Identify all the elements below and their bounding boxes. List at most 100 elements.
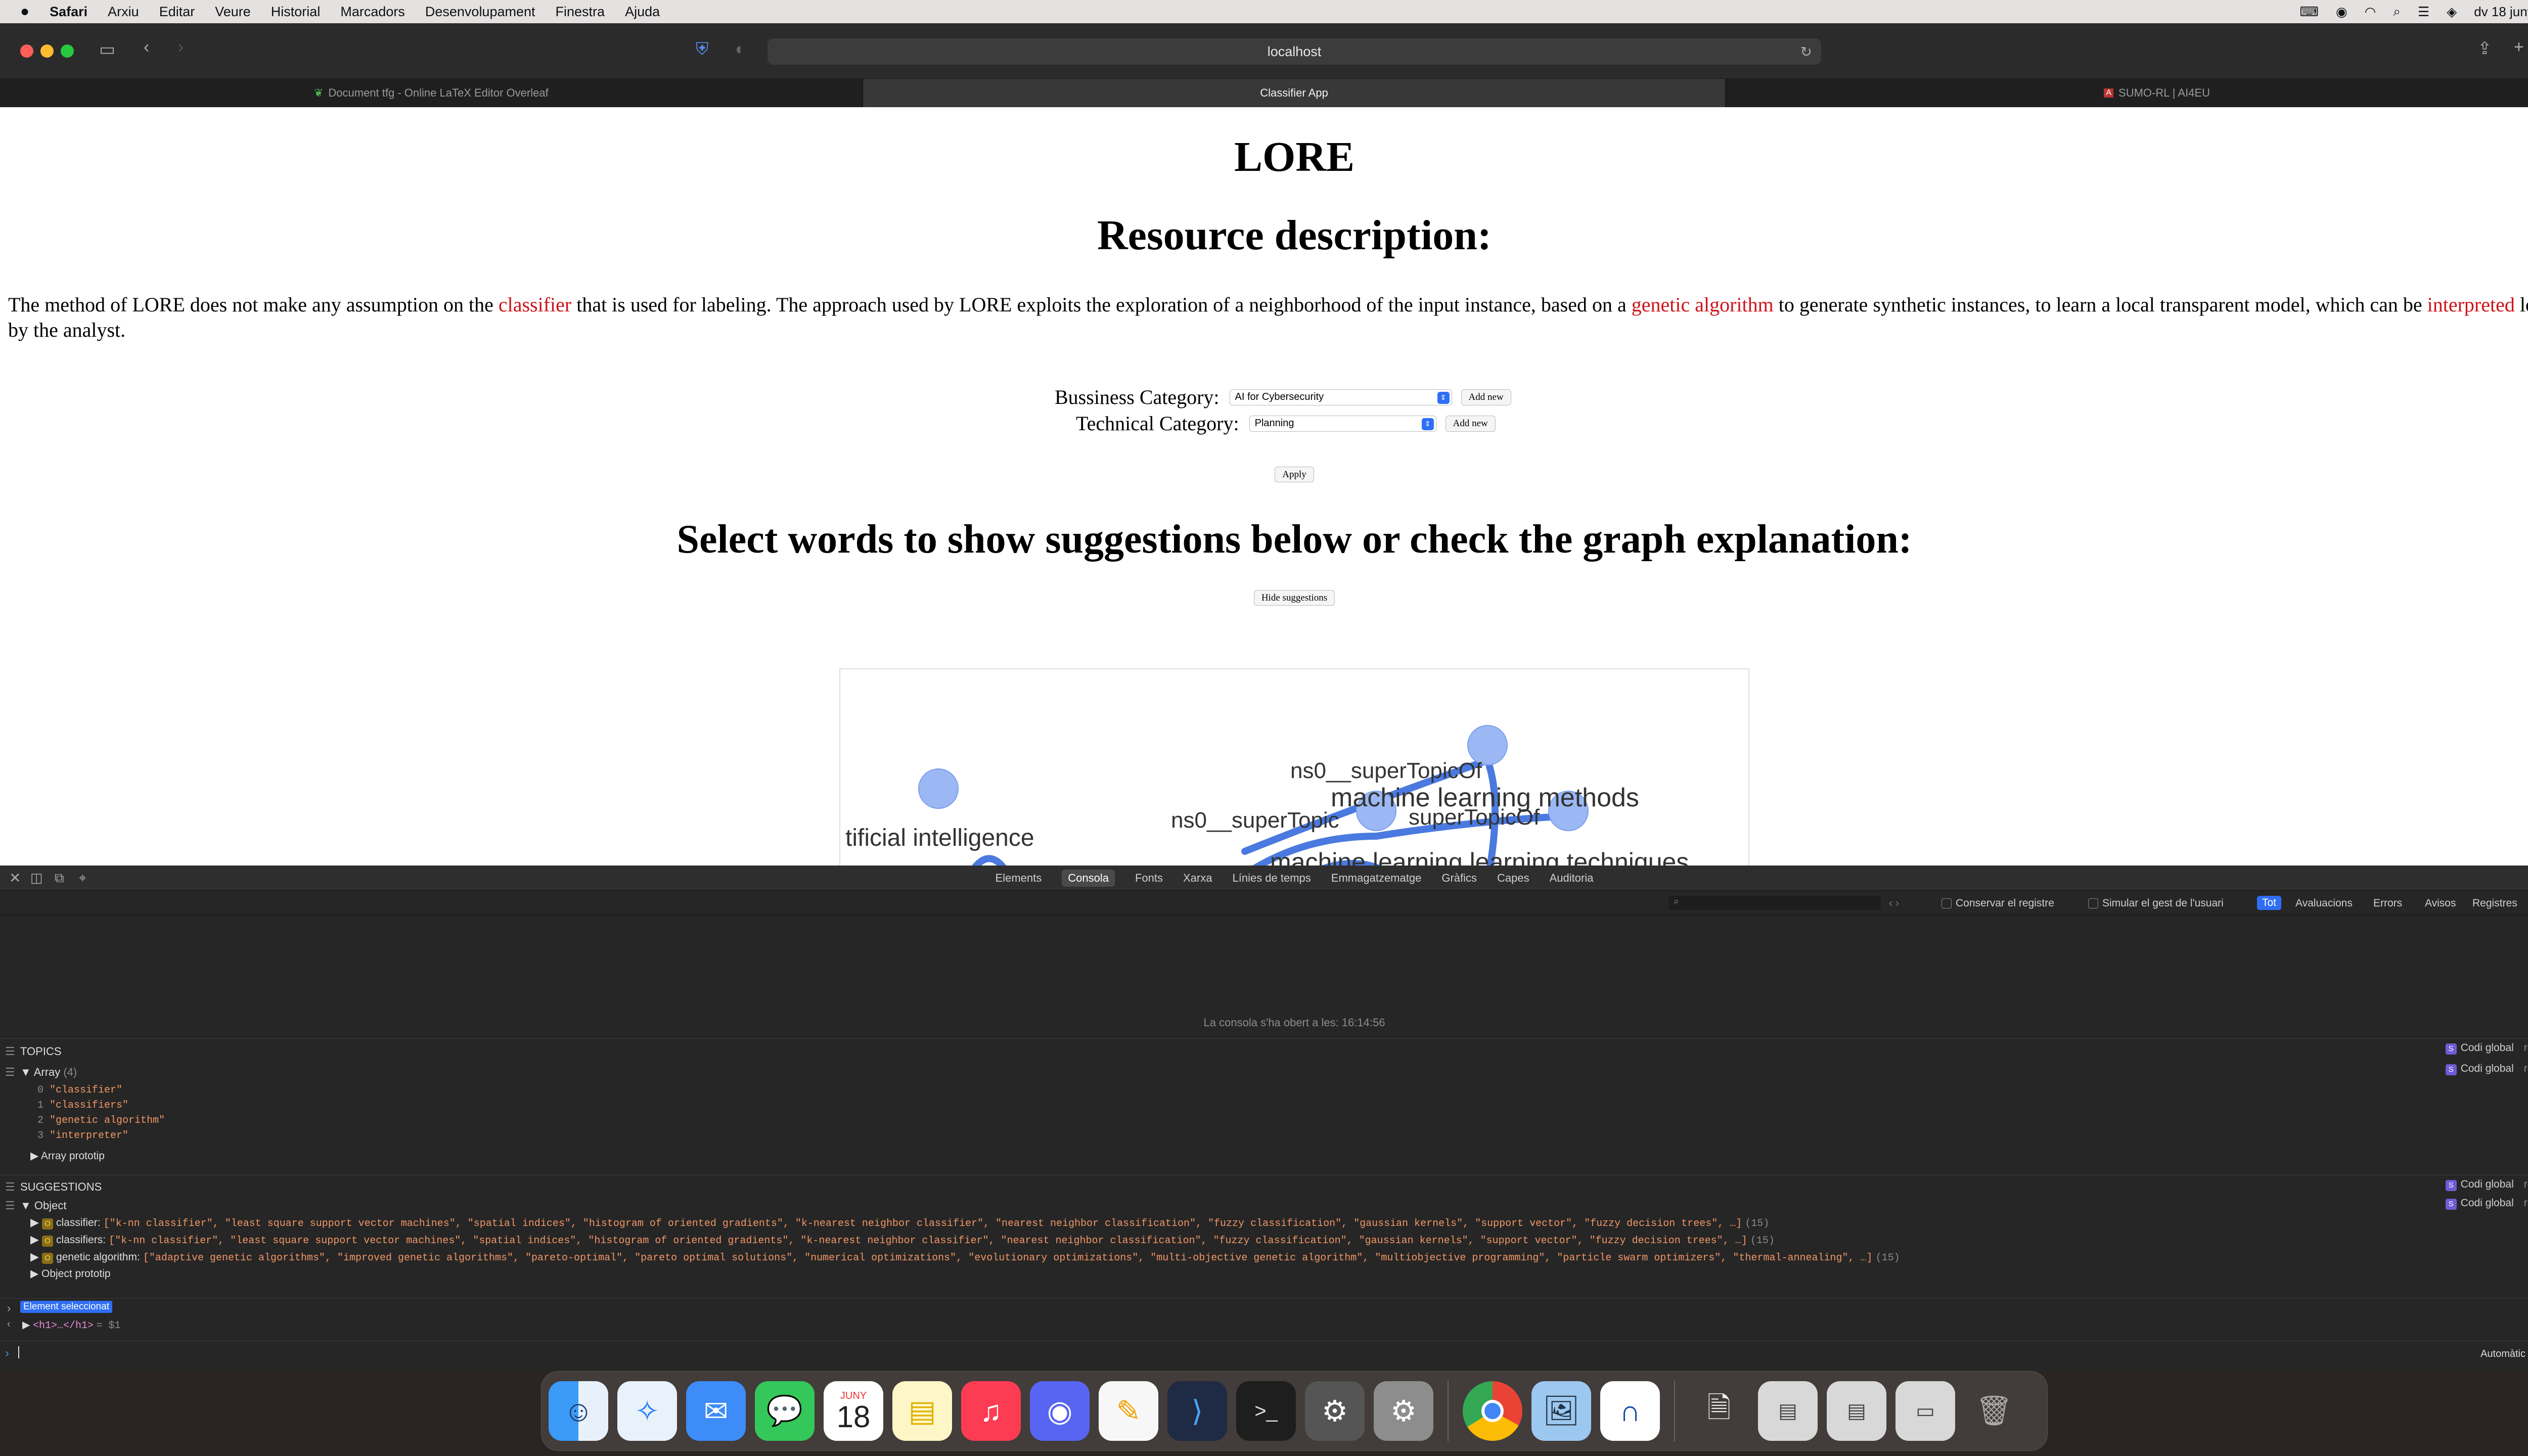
expand-toggle[interactable]: ▶ <h1>…</h1> = $1	[22, 1318, 121, 1332]
address-bar[interactable]: localhost ↻	[768, 38, 1821, 65]
finder-icon[interactable]: ☺	[549, 1381, 608, 1441]
forward-icon[interactable]: ›	[178, 37, 184, 57]
privacy-shield-icon[interactable]: ⛨	[696, 39, 709, 59]
table-row[interactable]: ▶ Oclassifiers: ["k-nn classifier", "lea…	[30, 1232, 1900, 1249]
tab-classifier-app[interactable]: Classifier App	[863, 79, 1726, 107]
preserve-log-checkbox[interactable]: Conservar el registre	[1942, 897, 2054, 909]
inspector-tab-sources[interactable]: Fonts	[1135, 872, 1163, 885]
apply-button[interactable]: Apply	[1275, 467, 1314, 482]
tab-sumo-rl[interactable]: A SUMO-RL | AI4EU	[1726, 79, 2528, 107]
graph-explanation[interactable]: tificial intelligence ns0__superTopicOf …	[839, 668, 1749, 866]
filter-nav-icon[interactable]: ‹ ›	[1889, 897, 1899, 909]
menu-historial[interactable]: Historial	[271, 4, 321, 20]
window-thumbnail-icon[interactable]: ▭	[1895, 1381, 1955, 1441]
array-toggle[interactable]: ▼ Array (4)	[20, 1066, 77, 1079]
highlight-interpreted[interactable]: interpreted	[2427, 293, 2515, 316]
menu-safari[interactable]: Safari	[50, 4, 87, 20]
close-window-button[interactable]	[20, 44, 33, 58]
console-filter-input[interactable]: ⌕	[1668, 896, 1881, 910]
back-icon[interactable]: ‹	[144, 37, 149, 57]
reader-shield-icon[interactable]: ◐	[735, 39, 746, 59]
level-evaluations[interactable]: Avaluacions	[2295, 897, 2353, 909]
reload-icon[interactable]: ↻	[1800, 43, 1812, 60]
siri-icon[interactable]: ◈	[2447, 4, 2457, 20]
log-source[interactable]: SCodi global result:267	[2445, 1197, 2528, 1210]
hide-suggestions-button[interactable]: Hide suggestions	[1253, 590, 1335, 606]
apple-menu-icon[interactable]: ●	[20, 3, 29, 20]
inspector-tab-network[interactable]: Xarxa	[1183, 872, 1212, 885]
inspector-tab-console[interactable]: Consola	[1062, 869, 1115, 887]
safari-icon[interactable]: ✧	[617, 1381, 677, 1441]
inspector-tab-elements[interactable]: Elements	[996, 872, 1042, 885]
window-thumbnail-icon[interactable]: ▤	[1827, 1381, 1886, 1441]
control-center-icon[interactable]: ☰	[2418, 4, 2429, 20]
trash-icon[interactable]: 🗑	[1964, 1381, 2024, 1441]
discord-icon[interactable]: ◉	[1030, 1381, 1090, 1441]
element-picker-icon[interactable]: ⌖	[79, 870, 86, 886]
messages-icon[interactable]: 💬	[755, 1381, 815, 1441]
menu-arxiu[interactable]: Arxiu	[108, 4, 139, 20]
photo-booth-icon[interactable]: ⚙	[1305, 1381, 1365, 1441]
inspector-tab-timelines[interactable]: Línies de temps	[1232, 872, 1311, 885]
screen-record-icon[interactable]: ◉	[2336, 4, 2348, 20]
wifi-icon[interactable]: ◠	[2365, 4, 2376, 20]
music-icon[interactable]: ♫	[961, 1381, 1021, 1441]
new-tab-icon[interactable]: +	[2514, 37, 2524, 57]
level-errors[interactable]: Errors	[2373, 897, 2402, 909]
keyboard-input-icon[interactable]: ⌨	[2299, 4, 2319, 20]
detach-icon[interactable]: ⧉	[55, 870, 64, 886]
console-prompt[interactable]: › Automàtic - result ⇕	[0, 1341, 2528, 1364]
inspector-tab-audit[interactable]: Auditoria	[1550, 872, 1594, 885]
log-source[interactable]: SCodi global result:253	[2445, 1042, 2528, 1055]
minimize-window-button[interactable]	[40, 44, 54, 58]
execution-context-select[interactable]: Automàtic - result ⇕	[2480, 1347, 2528, 1360]
window-thumbnail-icon[interactable]: ▤	[1758, 1381, 1818, 1441]
chrome-icon[interactable]	[1463, 1381, 1522, 1441]
tab-overleaf[interactable]: ❦ Document tfg - Online LaTeX Editor Over…	[0, 79, 863, 107]
zoom-window-button[interactable]	[61, 44, 74, 58]
highlight-classifier[interactable]: classifier	[499, 293, 571, 316]
document-icon[interactable]: 🗎	[1689, 1381, 1749, 1441]
chevron-right-icon[interactable]: ›	[7, 1302, 11, 1315]
share-icon[interactable]: ⇪	[2477, 38, 2492, 59]
vscode-icon[interactable]: ⟩	[1167, 1381, 1227, 1441]
sidebar-toggle-icon[interactable]: ▭	[99, 39, 115, 60]
business-add-new-button[interactable]: Add new	[1461, 389, 1511, 405]
level-warnings[interactable]: Avisos	[2425, 897, 2456, 909]
menu-desenvolupament[interactable]: Desenvolupament	[425, 4, 535, 20]
terminal-icon[interactable]: >_	[1236, 1381, 1296, 1441]
system-settings-icon[interactable]: ⚙	[1374, 1381, 1433, 1441]
log-source[interactable]: SCodi global result:266	[2445, 1178, 2528, 1191]
level-logs[interactable]: Registres	[2472, 897, 2517, 909]
simulate-gesture-checkbox[interactable]: Simular el gest de l'usuari	[2088, 897, 2224, 909]
table-row[interactable]: ▶ Ogenetic algorithm: ["adaptive genetic…	[30, 1249, 1900, 1266]
inspector-tab-storage[interactable]: Emmagatzematge	[1331, 872, 1422, 885]
calendar-icon[interactable]: JUNY 18	[824, 1381, 883, 1441]
menu-ajuda[interactable]: Ajuda	[625, 4, 660, 20]
menu-marcadors[interactable]: Marcadors	[340, 4, 405, 20]
menu-finestra[interactable]: Finestra	[556, 4, 605, 20]
preview-icon[interactable]: 🖼	[1531, 1381, 1591, 1441]
notes-icon[interactable]: ▤	[892, 1381, 952, 1441]
technical-category-select[interactable]: Planning ⇕	[1249, 415, 1436, 432]
search-icon[interactable]: ⌕	[2393, 4, 2401, 20]
n-app-icon[interactable]: ∩	[1600, 1381, 1660, 1441]
log-source[interactable]: SCodi global result:254	[2445, 1063, 2528, 1075]
menu-editar[interactable]: Editar	[159, 4, 195, 20]
close-inspector-icon[interactable]: ✕	[9, 870, 21, 886]
business-category-select[interactable]: AI for Cybersecurity ⇕	[1229, 389, 1452, 405]
pages-icon[interactable]: ✎	[1099, 1381, 1158, 1441]
object-toggle[interactable]: ▼ Object	[20, 1199, 66, 1212]
dock-side-icon[interactable]: ◫	[30, 870, 43, 886]
highlight-genetic-algorithm[interactable]: genetic algorithm	[1632, 293, 1774, 316]
mail-icon[interactable]: ✉	[686, 1381, 746, 1441]
menu-veure[interactable]: Veure	[215, 4, 251, 20]
technical-add-new-button[interactable]: Add new	[1445, 415, 1496, 432]
array-prototype-toggle[interactable]: ▶ Array prototip	[30, 1150, 105, 1162]
graph-node-artificial-intelligence[interactable]	[918, 768, 959, 809]
level-all[interactable]: Tot	[2257, 896, 2282, 910]
menu-clock[interactable]: dv 18 juny 16:15	[2474, 4, 2528, 20]
inspector-tab-graphics[interactable]: Gràfics	[1441, 872, 1477, 885]
inspector-tab-layers[interactable]: Capes	[1497, 872, 1529, 885]
object-prototype-toggle[interactable]: ▶ Object prototip	[30, 1266, 1900, 1282]
